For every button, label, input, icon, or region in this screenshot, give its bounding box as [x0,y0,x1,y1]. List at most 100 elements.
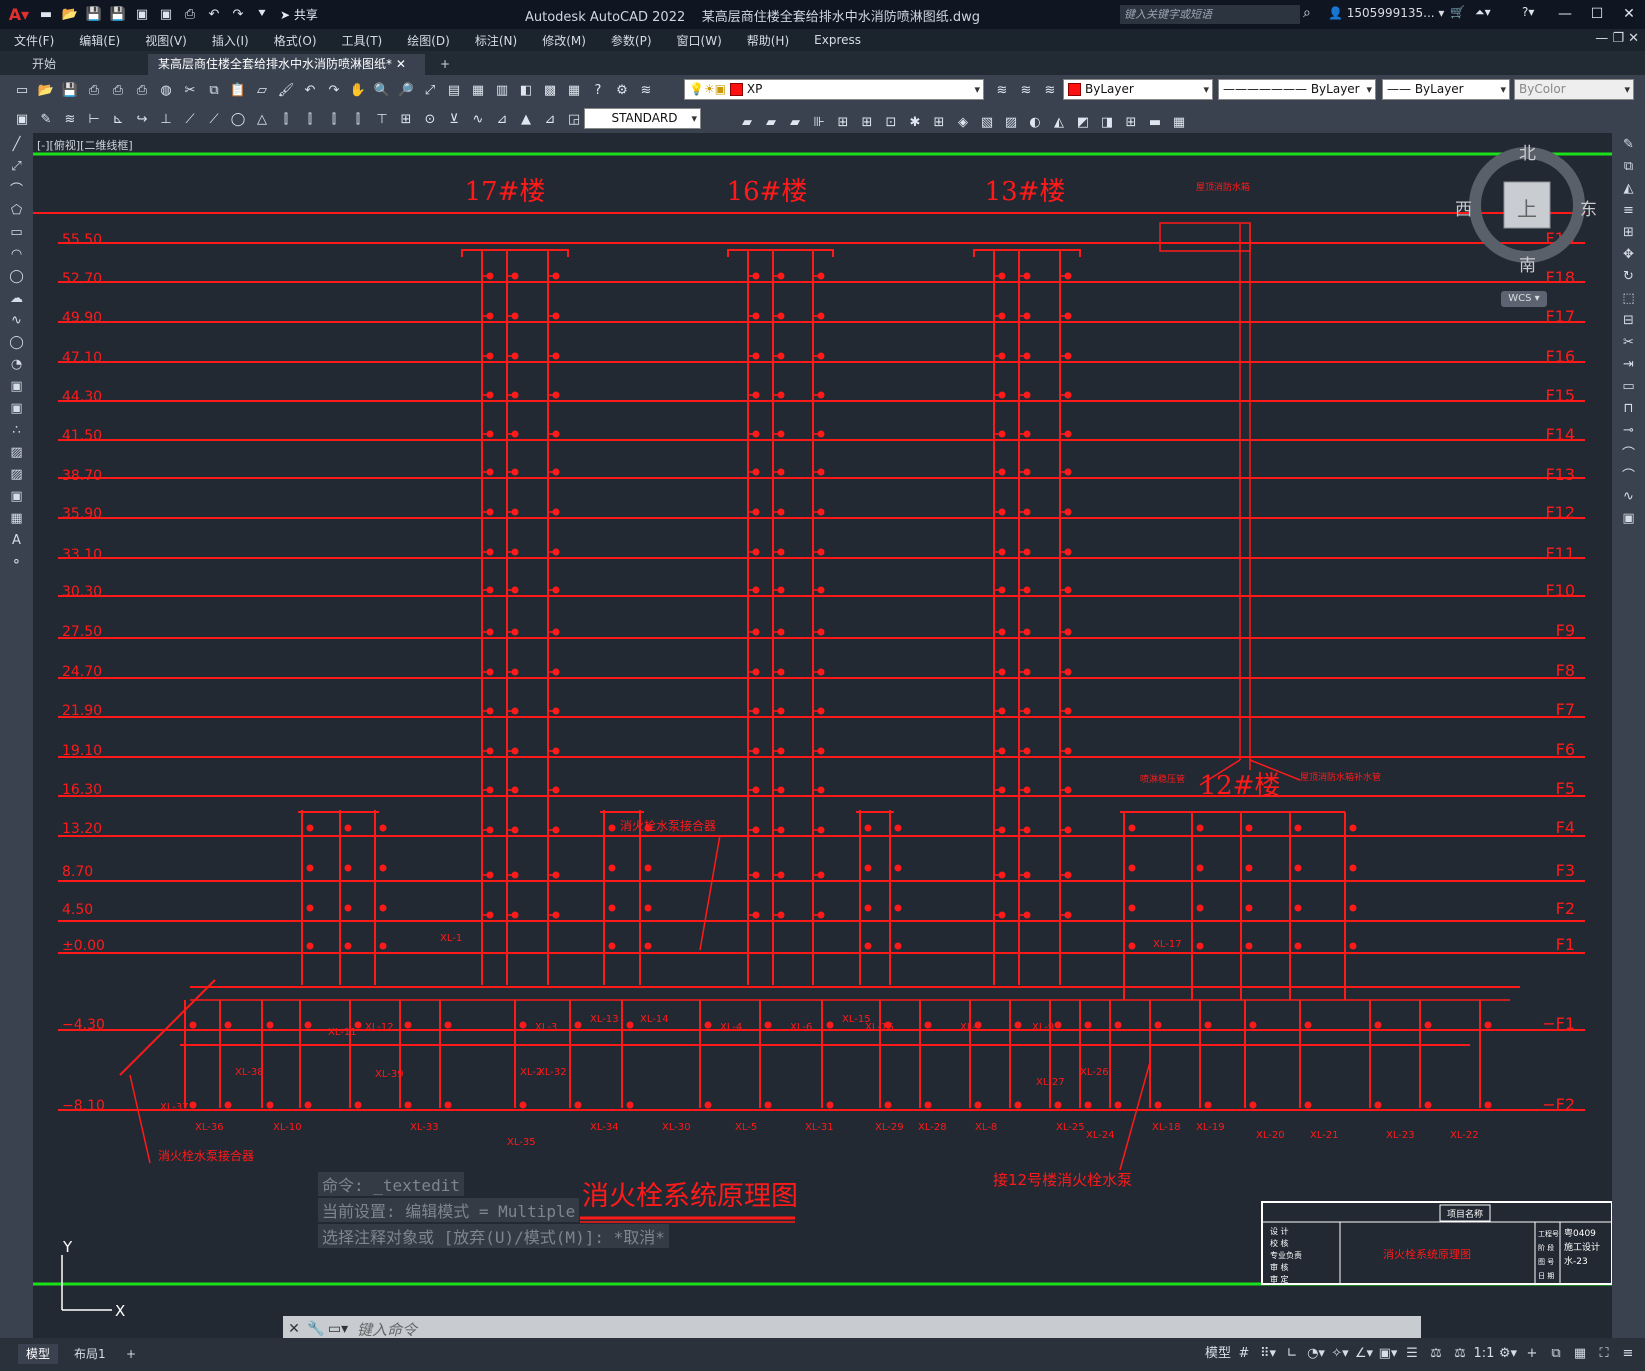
tab-active-drawing[interactable]: 某高层商住楼全套给排水中水消防喷淋图纸* ✕ [148,54,425,75]
standard-tool-icon[interactable]: ▭ [11,79,33,101]
modify-tool-icon[interactable]: ⧉ [1612,155,1645,177]
modify-tool-icon[interactable]: ✥ [1612,243,1645,265]
plus-icon[interactable]: + [1521,1342,1543,1366]
user-account[interactable]: 👤 1505999135... ▾ [1328,6,1444,20]
dimension-tool-icon[interactable]: ⊿ [491,108,513,130]
solid-tool-icon[interactable]: ⊞ [1120,111,1142,133]
help-search-input[interactable]: 键入关键字或短语 [1120,5,1300,24]
color-dropdown[interactable]: ByLayer [1063,79,1213,100]
solid-tool-icon[interactable]: ▰ [760,111,782,133]
standard-tool-icon[interactable]: ⎙ [107,79,129,101]
draw-tool-icon[interactable]: ▨ [0,463,33,485]
share-button[interactable]: ➤ 共享 [280,6,318,23]
snap-icon[interactable]: ⠿▾ [1257,1342,1279,1366]
standard-tool-icon[interactable]: ⚙ [611,79,633,101]
dimension-tool-icon[interactable]: ↪ [131,108,153,130]
settings-icon[interactable]: ⚙▾ [1497,1342,1519,1366]
dimension-tool-icon[interactable]: ≋ [59,108,81,130]
draw-tool-icon[interactable]: ◯ [0,265,33,287]
dimension-tool-icon[interactable]: ⫿ [299,108,321,130]
model-space-toggle[interactable]: 模型 [1205,1342,1231,1366]
solid-tool-icon[interactable]: ◐ [1024,111,1046,133]
save-as-icon[interactable]: 💾 [107,4,129,26]
standard-tool-icon[interactable]: 📂 [35,79,57,101]
solid-tool-icon[interactable]: ▰ [736,111,758,133]
draw-tool-icon[interactable]: ▣ [0,375,33,397]
lineweight-icon[interactable]: ☰ [1401,1342,1423,1366]
standard-tool-icon[interactable]: ↷ [323,79,345,101]
layer-properties-icon[interactable]: ≋ [991,79,1013,101]
menu-item[interactable]: 插入(I) [212,32,249,49]
menu-item[interactable]: 视图(V) [145,32,187,49]
scale-value[interactable]: 1:1 [1473,1342,1495,1366]
draw-tool-icon[interactable]: ▣ [0,485,33,507]
standard-tool-icon[interactable]: ? [587,79,609,101]
dimension-tool-icon[interactable]: ◲ [563,108,585,130]
menu-item[interactable]: 文件(F) [14,32,54,49]
modify-tool-icon[interactable]: ⊞ [1612,221,1645,243]
plotstyle-dropdown[interactable]: ByColor [1514,79,1634,100]
standard-tool-icon[interactable]: ▤ [443,79,465,101]
compass-north[interactable]: 北 [1519,139,1536,164]
open-file-icon[interactable]: 📂 [59,4,81,26]
customize-icon[interactable]: ⯆ [251,4,273,26]
menu-item[interactable]: 帮助(H) [747,32,789,49]
tab-start[interactable]: 开始 [22,54,66,75]
new-tab-button[interactable]: + [430,54,460,75]
ucs-icon[interactable]: ▣▾ [1377,1342,1399,1366]
tab-layout1[interactable]: 布局1 [66,1344,114,1364]
standard-tool-icon[interactable]: ✋ [347,79,369,101]
save-web-icon[interactable]: ▣ [155,4,177,26]
viewport-controls[interactable]: [-][俯视][二维线框] [37,137,133,153]
undo-icon[interactable]: ↶ [203,4,225,26]
solid-tool-icon[interactable]: ◈ [952,111,974,133]
draw-tool-icon[interactable]: A [0,529,33,551]
draw-tool-icon[interactable]: ▣ [0,397,33,419]
dimension-tool-icon[interactable]: ⊙ [419,108,441,130]
modify-tool-icon[interactable]: ◭ [1612,177,1645,199]
draw-tool-icon[interactable]: ◠ [0,243,33,265]
draw-tool-icon[interactable]: ◔ [0,353,33,375]
modify-tool-icon[interactable]: ▣ [1612,507,1645,529]
standard-tool-icon[interactable]: ⤢ [419,79,441,101]
modify-tool-icon[interactable]: ⊟ [1612,309,1645,331]
dimension-tool-icon[interactable]: ⫿ [347,108,369,130]
menu-item[interactable]: 编辑(E) [79,32,120,49]
make-current-icon[interactable]: ≋ [1015,79,1037,101]
standard-tool-icon[interactable]: ▩ [539,79,561,101]
dimension-tool-icon[interactable]: ⫿ [275,108,297,130]
tab-model[interactable]: 模型 [18,1344,59,1364]
dimension-tool-icon[interactable]: ▲ [515,108,537,130]
compass-south[interactable]: 南 [1519,251,1536,276]
standard-tool-icon[interactable]: 🔎 [395,79,417,101]
open-web-icon[interactable]: ▣ [131,4,153,26]
draw-tool-icon[interactable]: ∿ [0,309,33,331]
draw-tool-icon[interactable]: ╱ [0,133,33,155]
solid-tool-icon[interactable]: ✱ [904,111,926,133]
modify-tool-icon[interactable]: ✂ [1612,331,1645,353]
standard-tool-icon[interactable]: ▦ [563,79,585,101]
standard-tool-icon[interactable]: ▱ [251,79,273,101]
modify-tool-icon[interactable]: ⌒ [1612,463,1645,485]
viewcube[interactable]: 北 南 西 东 上 [1455,144,1597,276]
dimension-tool-icon[interactable]: ◯ [227,108,249,130]
customize-command-icon[interactable]: 🔧 [305,1321,327,1337]
close-command-icon[interactable]: ✕ [283,1321,305,1337]
solid-tool-icon[interactable]: ▦ [1168,111,1190,133]
close-icon[interactable]: ✕ [1613,0,1645,29]
draw-tool-icon[interactable]: ∴ [0,419,33,441]
save-icon[interactable]: 💾 [83,4,105,26]
autocad-app-icon[interactable]: A▾ [4,5,34,24]
add-layout-button[interactable]: + [118,1344,144,1364]
polar-icon[interactable]: ◔▾ [1305,1342,1327,1366]
solid-tool-icon[interactable]: ⊡ [880,111,902,133]
solid-tool-icon[interactable]: ▨ [1000,111,1022,133]
modify-tool-icon[interactable]: ⬚ [1612,287,1645,309]
help-icon[interactable]: ?▾ [1522,5,1534,19]
dimension-tool-icon[interactable]: ⊤ [371,108,393,130]
dimension-tool-icon[interactable]: ⊢ [83,108,105,130]
modify-tool-icon[interactable]: ⊸ [1612,419,1645,441]
standard-tool-icon[interactable]: ▥ [491,79,513,101]
standard-tool-icon[interactable]: 📋 [227,79,249,101]
solid-tool-icon[interactable]: ⊪ [808,111,830,133]
